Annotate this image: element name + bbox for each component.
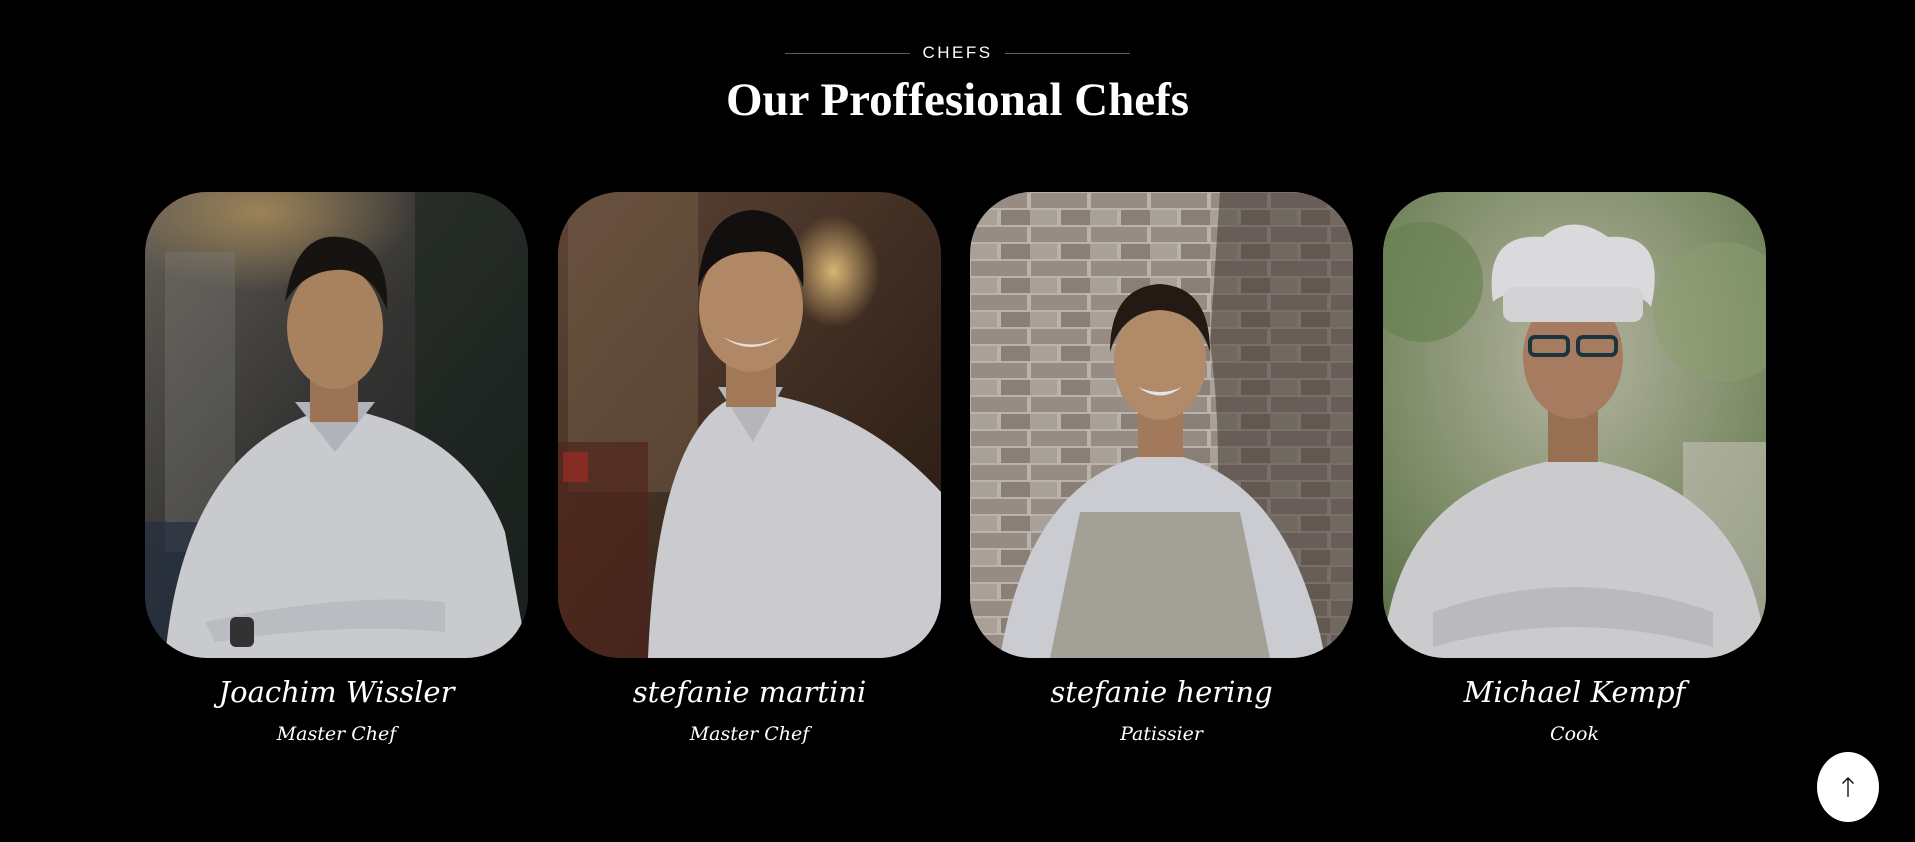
chef-photo <box>1383 192 1766 658</box>
scroll-to-top-button[interactable] <box>1817 752 1879 822</box>
eyebrow-divider-left <box>785 52 911 54</box>
chef-role: Master Chef <box>276 723 397 745</box>
eyebrow-divider-right <box>1004 52 1130 54</box>
chef-name: Michael Kempf <box>1463 675 1686 709</box>
section-title: Our Proffesional Chefs <box>725 74 1190 126</box>
chef-role: Master Chef <box>689 723 810 745</box>
chef-card: stefanie hering Patissier <box>970 192 1353 772</box>
arrow-up-icon <box>1840 776 1856 798</box>
chef-name: stefanie martini <box>632 675 867 709</box>
eyebrow-row: CHEFS <box>0 42 1915 64</box>
chef-role: Cook <box>1550 723 1599 745</box>
chef-photo <box>558 192 941 658</box>
chef-card: Joachim Wissler Master Chef <box>145 192 528 772</box>
chef-card: stefanie martini Master Chef <box>558 192 941 772</box>
chef-role: Patissier <box>1120 723 1203 745</box>
chef-photo <box>970 192 1353 658</box>
section-eyebrow: CHEFS <box>922 43 993 62</box>
chef-name: stefanie hering <box>1050 675 1273 709</box>
chef-card: Michael Kempf Cook <box>1383 192 1766 772</box>
chef-name: Joachim Wissler <box>218 675 455 709</box>
chef-photo <box>145 192 528 658</box>
